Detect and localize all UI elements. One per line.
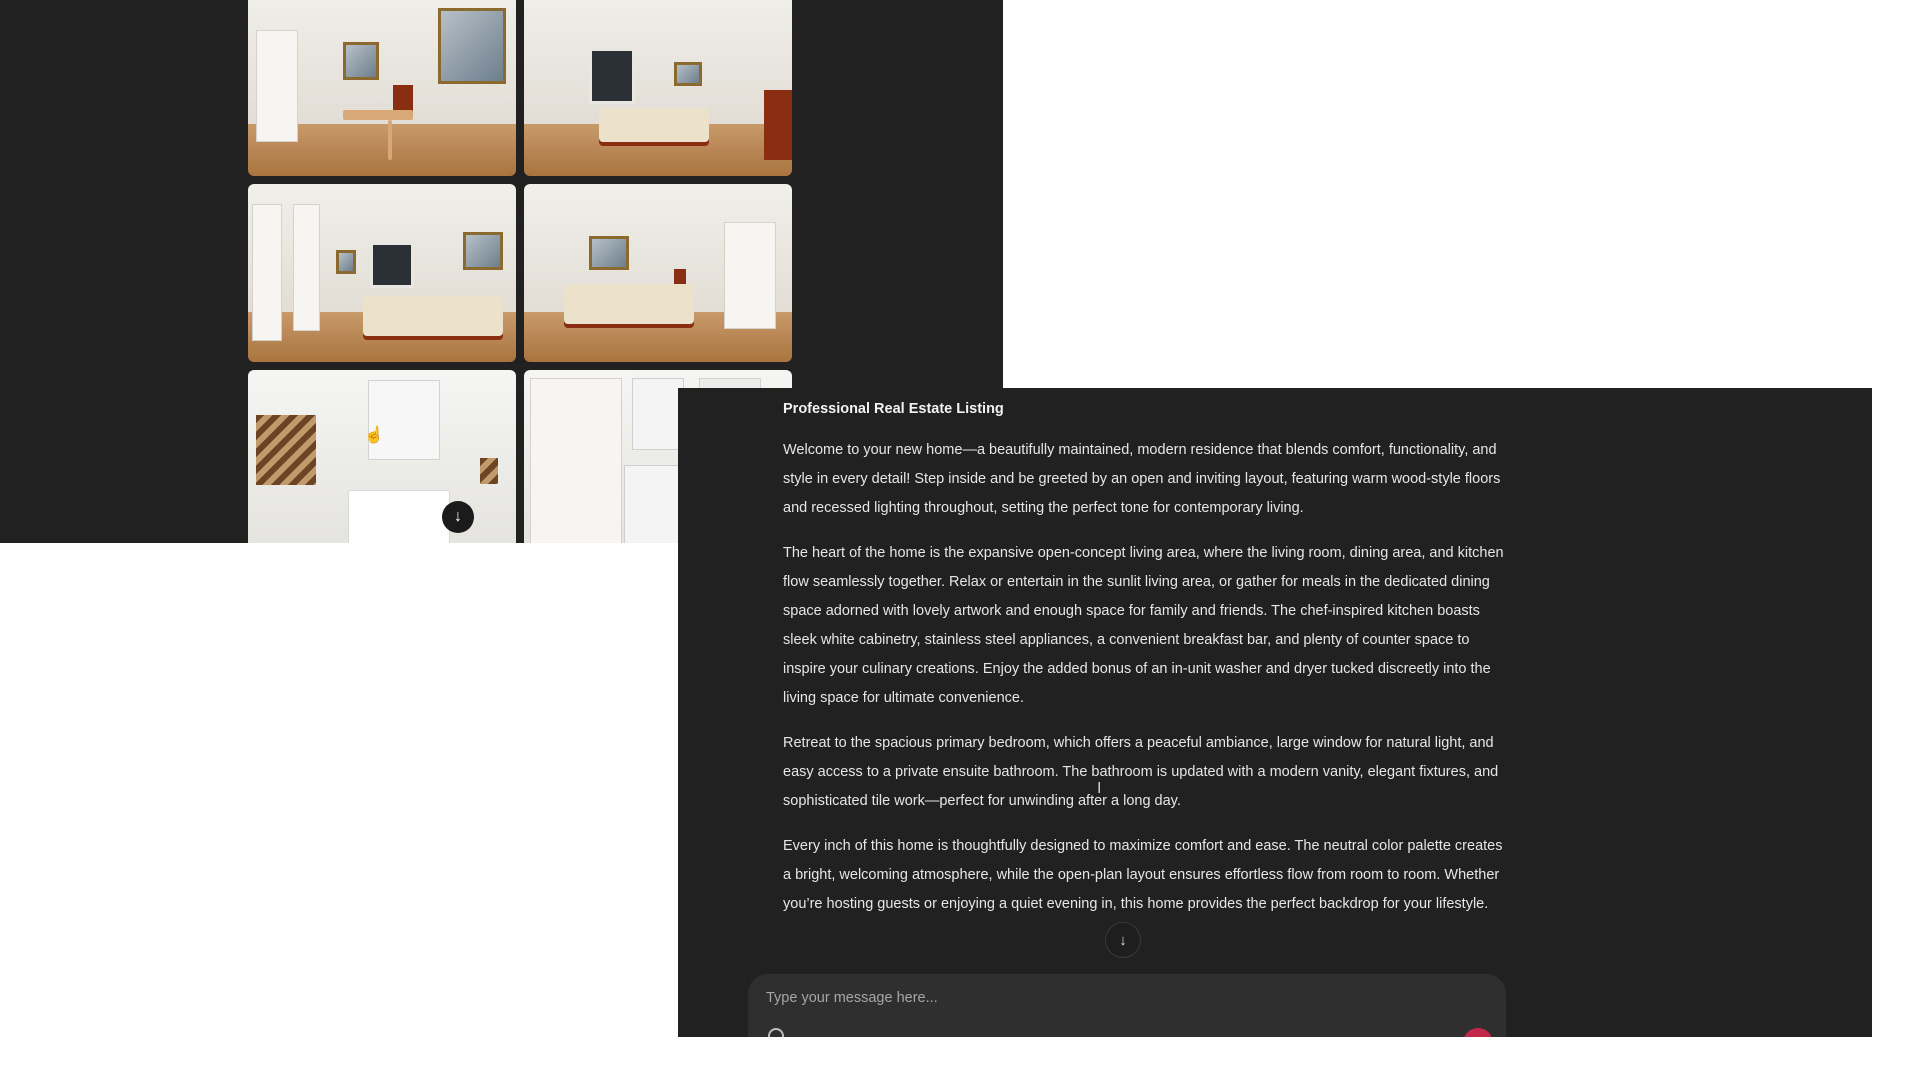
attach-icon[interactable] — [768, 1028, 784, 1037]
arrow-down-icon: ↓ — [454, 508, 462, 525]
chat-scroll-down-button[interactable]: ↓ — [1105, 922, 1141, 958]
photo-bedroom-window[interactable] — [524, 0, 792, 176]
screen: ☝ ↓ Professional Real Estate Listing Wel… — [0, 0, 1920, 1080]
photo-bathroom-vanity[interactable] — [248, 370, 516, 543]
chat-panel: Professional Real Estate Listing Welcome… — [678, 388, 1872, 1037]
photo-bedroom-closet[interactable] — [248, 184, 516, 362]
message-input[interactable] — [764, 986, 1468, 1010]
arrow-down-icon: ↓ — [1119, 931, 1127, 949]
message-title: Professional Real Estate Listing — [783, 401, 1004, 417]
message-paragraph-3: Retreat to the spacious primary bedroom,… — [783, 735, 1499, 809]
assistant-message: Professional Real Estate Listing Welcome… — [783, 398, 1513, 935]
message-paragraph-4: Every inch of this home is thoughtfully … — [783, 838, 1503, 912]
photo-dining-room[interactable] — [248, 0, 516, 176]
send-button[interactable] — [1463, 1028, 1493, 1037]
photo-bedroom-ensuite[interactable] — [524, 184, 792, 362]
message-paragraph-2: The heart of the home is the expansive o… — [783, 545, 1504, 706]
hand-pointer-icon: ☝ — [364, 427, 384, 444]
message-composer — [748, 974, 1506, 1037]
message-paragraph-1: Welcome to your new home—a beautifully m… — [783, 442, 1501, 516]
text-cursor-icon: I — [1097, 780, 1102, 797]
scroll-down-button[interactable]: ↓ — [442, 501, 474, 533]
